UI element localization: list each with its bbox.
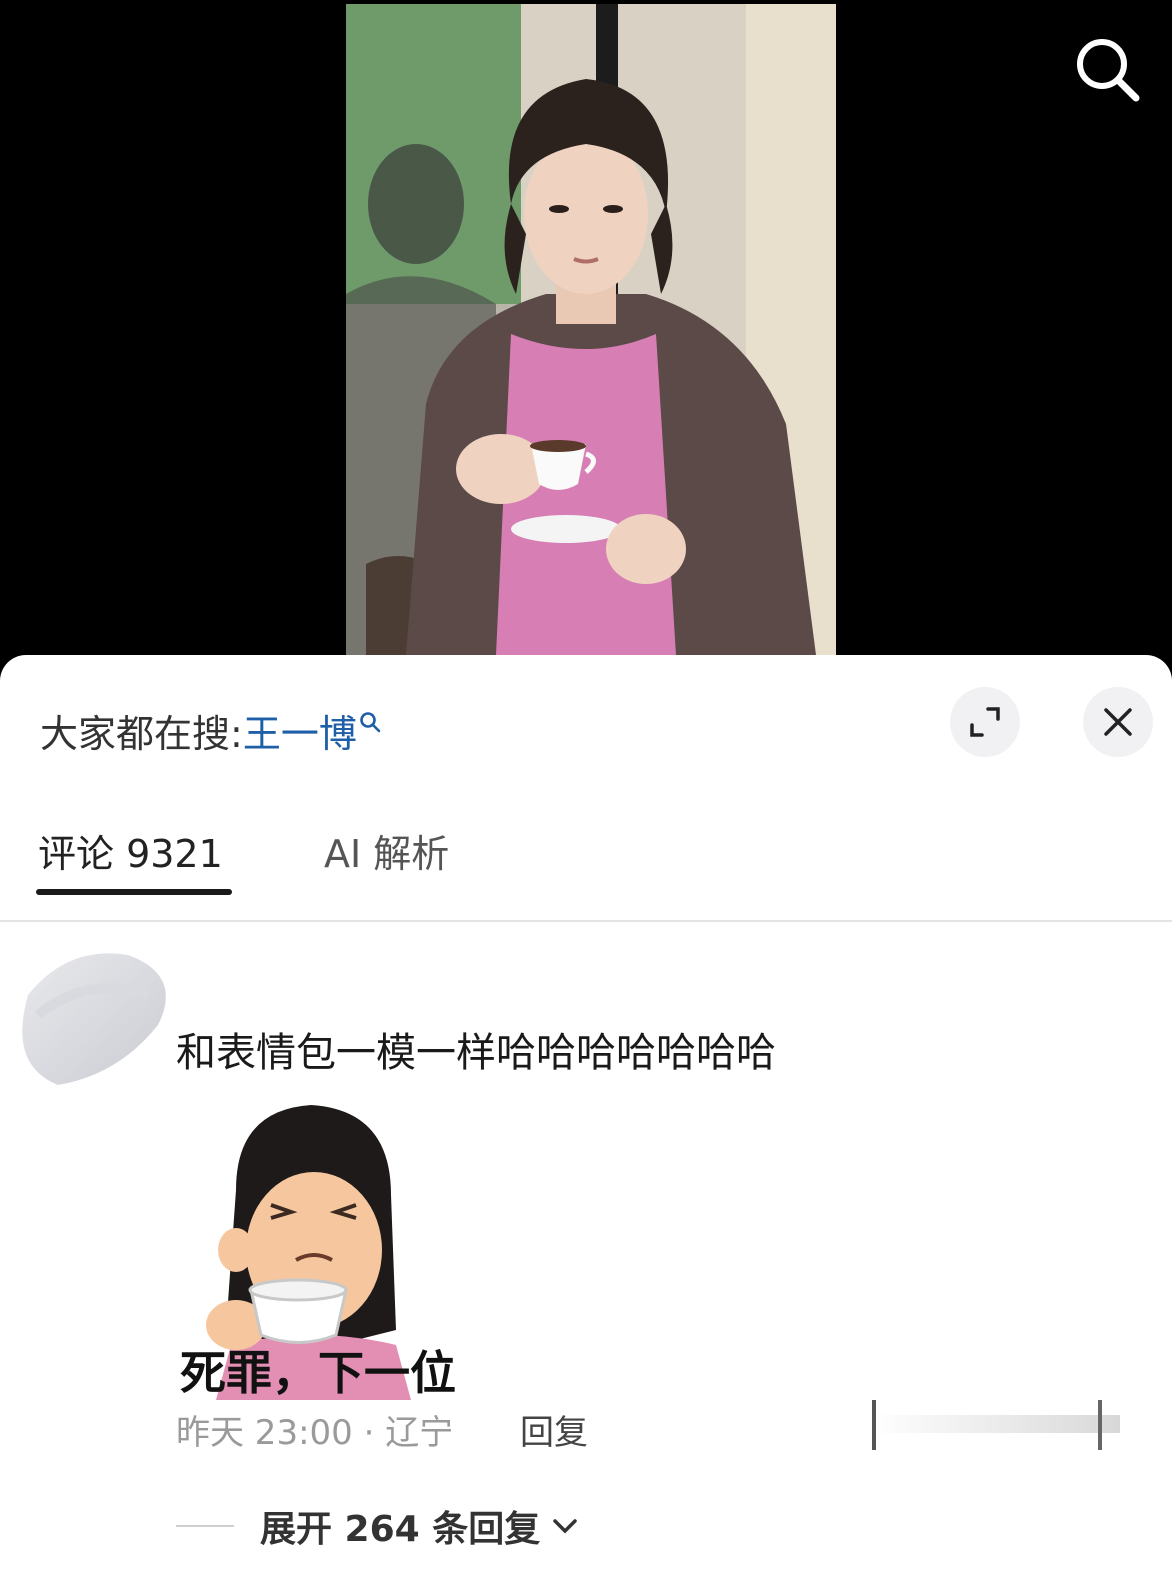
- active-tab-indicator: [36, 889, 232, 895]
- tab-ai-analysis[interactable]: AI 解析: [324, 823, 449, 878]
- close-button[interactable]: [1083, 687, 1153, 757]
- comment-text: 和表情包一模一样哈哈哈哈哈哈哈: [176, 1030, 776, 1076]
- expand-button[interactable]: [950, 687, 1020, 757]
- trending-keyword-link[interactable]: 王一博: [243, 712, 381, 756]
- comment-time-location: 昨天 23:00 · 辽宁: [176, 1413, 454, 1453]
- close-icon: [1104, 708, 1132, 736]
- avatar[interactable]: [8, 935, 188, 1095]
- like-area[interactable]: [850, 1395, 1140, 1455]
- expand-icon: [970, 707, 1000, 737]
- tabs-divider: [0, 920, 1172, 922]
- search-button[interactable]: [1072, 34, 1142, 104]
- tab-bar: 评论 9321 AI 解析: [0, 813, 1172, 895]
- chevron-down-icon: [553, 1519, 577, 1534]
- divider-line: [176, 1525, 234, 1527]
- reply-button[interactable]: 回复: [520, 1405, 588, 1454]
- video-player[interactable]: [0, 0, 1172, 655]
- trending-keyword: 王一博: [242, 712, 357, 756]
- sticker-caption: 死罪，下一位: [180, 1346, 456, 1400]
- expand-replies-button[interactable]: 展开 264 条回复: [176, 1500, 578, 1552]
- video-frame: [346, 4, 836, 655]
- small-search-icon: [360, 712, 381, 733]
- search-icon: [1077, 39, 1140, 102]
- tab-comments[interactable]: 评论 9321: [38, 823, 223, 878]
- trending-search: 大家都在搜:王一博: [40, 703, 381, 758]
- expand-replies-label: 展开 264 条回复: [260, 1509, 541, 1550]
- trending-prefix: 大家都在搜:: [40, 712, 243, 756]
- comments-sheet: 大家都在搜:王一博 评论 9321 AI 解析 和表情包一模一样哈哈哈哈哈哈哈 …: [0, 655, 1172, 1593]
